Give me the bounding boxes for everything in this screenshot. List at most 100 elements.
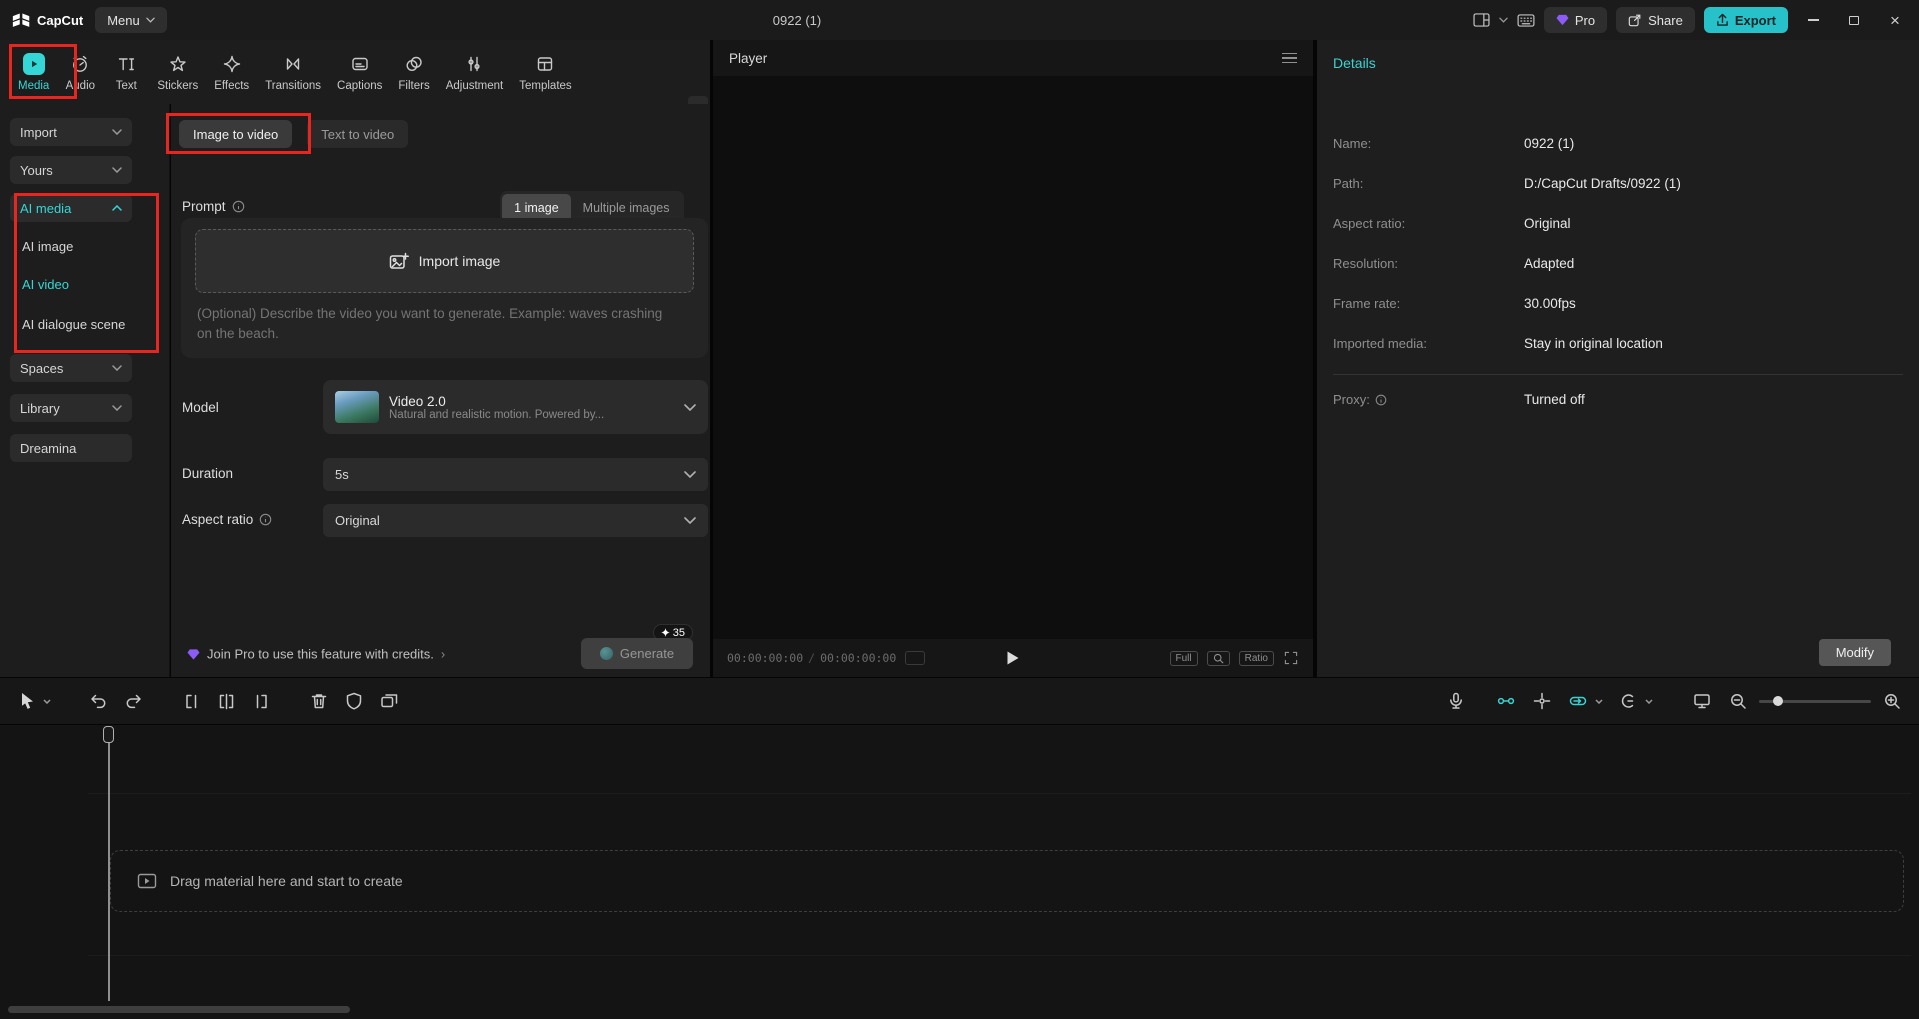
ratio-button[interactable]: Ratio: [1239, 651, 1274, 666]
full-preview-button[interactable]: Full: [1170, 651, 1198, 666]
player-view-controls: Full Ratio: [1170, 650, 1299, 666]
timeline-zoom-out-button[interactable]: [1723, 686, 1753, 716]
prompt-label: Prompt: [182, 199, 226, 214]
timeline-zoom-in-button[interactable]: [1877, 686, 1907, 716]
player-panel: Player 00:00:00:00 / 00:00:00:00 Full Ra…: [713, 40, 1313, 677]
horizontal-scrollbar[interactable]: [8, 1006, 350, 1013]
tab-captions[interactable]: Captions: [329, 53, 390, 92]
tab-label: Templates: [519, 80, 571, 92]
sidebar-item-yours[interactable]: Yours: [10, 156, 132, 184]
minimize-button[interactable]: [1797, 0, 1829, 40]
keyboard-shortcuts-icon[interactable]: [1517, 14, 1535, 27]
snapping-caret-icon[interactable]: [1645, 686, 1657, 716]
modify-button[interactable]: Modify: [1819, 639, 1891, 666]
tab-stickers[interactable]: Stickers: [149, 53, 206, 92]
linked-mode-button[interactable]: [1563, 686, 1593, 716]
join-pro-link[interactable]: Join Pro to use this feature with credit…: [187, 647, 445, 662]
menu-button[interactable]: Menu: [95, 7, 167, 33]
tab-filters[interactable]: Filters: [390, 53, 437, 92]
import-image-dropzone[interactable]: Import image: [195, 229, 694, 293]
sidebar-item-ai-dialogue-scene[interactable]: AI dialogue scene: [22, 312, 125, 336]
tab-templates[interactable]: Templates: [511, 53, 579, 92]
zoom-level-button[interactable]: [1207, 651, 1230, 666]
detail-label: Imported media:: [1333, 336, 1427, 351]
tab-audio[interactable]: Audio: [57, 53, 103, 92]
select-tool-caret-icon[interactable]: [43, 686, 55, 716]
duration-select[interactable]: 5s: [323, 458, 708, 491]
snapping-button[interactable]: [1613, 686, 1643, 716]
voiceover-mic-button[interactable]: [1441, 686, 1471, 716]
linked-mode-caret-icon[interactable]: [1595, 686, 1607, 716]
generate-button[interactable]: Generate: [581, 638, 693, 669]
minimize-icon: [1808, 19, 1819, 21]
playhead-handle[interactable]: [103, 726, 114, 743]
trim-right-button[interactable]: [246, 686, 276, 716]
track-divider: [88, 955, 1911, 956]
detail-label: Aspect ratio:: [1333, 216, 1405, 231]
prompt-input-box[interactable]: Import image (Optional) Describe the vid…: [181, 218, 708, 358]
zoom-slider-knob[interactable]: [1773, 696, 1783, 706]
detail-value: D:/CapCut Drafts/0922 (1): [1524, 176, 1681, 191]
auto-reframe-button[interactable]: [1491, 686, 1521, 716]
aspect-ratio-select[interactable]: Original: [323, 504, 708, 537]
preview-axis-button[interactable]: [1687, 686, 1717, 716]
sidebar-item-dreamina[interactable]: Dreamina: [10, 434, 132, 462]
keyframe-crosshair-button[interactable]: [1527, 686, 1557, 716]
sidebar-item-spaces[interactable]: Spaces: [10, 354, 132, 382]
timeline-zoom-slider[interactable]: [1759, 686, 1871, 716]
timecode-options-button[interactable]: [905, 651, 925, 665]
detail-label: Resolution:: [1333, 256, 1398, 271]
captions-icon: [350, 53, 370, 75]
share-button[interactable]: Share: [1616, 7, 1695, 33]
overlay-button[interactable]: [374, 686, 404, 716]
sidebar-item-ai-media[interactable]: AI media: [10, 194, 132, 222]
fullscreen-button[interactable]: [1283, 650, 1299, 666]
tab-effects[interactable]: Effects: [206, 53, 257, 92]
undo-button[interactable]: [83, 686, 113, 716]
share-icon: [1628, 13, 1642, 27]
info-icon[interactable]: [232, 200, 245, 213]
sidebar-item-ai-image[interactable]: AI image: [22, 234, 73, 258]
player-menu-icon[interactable]: [1282, 53, 1297, 64]
delete-button[interactable]: [304, 686, 334, 716]
close-button[interactable]: ×: [1879, 0, 1911, 40]
split-button[interactable]: [211, 686, 241, 716]
model-select[interactable]: Video 2.0 Natural and realistic motion. …: [323, 380, 708, 434]
redo-button[interactable]: [118, 686, 148, 716]
player-preview[interactable]: [713, 76, 1313, 639]
image-to-video-button[interactable]: Image to video: [179, 120, 292, 148]
export-label: Export: [1735, 13, 1776, 28]
sidebar-item-import[interactable]: Import: [10, 118, 132, 146]
capcut-logo: CapCut: [12, 12, 83, 28]
tab-adjustment[interactable]: Adjustment: [438, 53, 512, 92]
tab-transitions[interactable]: Transitions: [257, 53, 329, 92]
titlebar-right-controls: Pro Share Export ×: [1473, 0, 1911, 40]
image-plus-icon: [389, 252, 409, 270]
mask-button[interactable]: [339, 686, 369, 716]
detail-label: Path:: [1333, 176, 1363, 191]
info-icon[interactable]: [259, 513, 272, 526]
timeline-dropzone[interactable]: Drag material here and start to create: [110, 850, 1904, 912]
sticker-icon: [168, 53, 188, 75]
play-button[interactable]: [1007, 651, 1020, 666]
sidebar-item-library[interactable]: Library: [10, 394, 132, 422]
trim-left-button[interactable]: [176, 686, 206, 716]
info-icon[interactable]: [1375, 394, 1387, 406]
sidebar-item-ai-video[interactable]: AI video: [22, 272, 69, 296]
select-tool-button[interactable]: [12, 686, 42, 716]
layout-caret-icon[interactable]: [1499, 17, 1508, 23]
document-title: 0922 (1): [773, 13, 821, 28]
maximize-button[interactable]: [1838, 0, 1870, 40]
detail-value: Original: [1524, 216, 1571, 231]
export-button[interactable]: Export: [1704, 7, 1788, 33]
tab-text[interactable]: Text: [103, 53, 149, 92]
import-image-label: Import image: [419, 253, 501, 269]
proxy-value: Turned off: [1524, 392, 1585, 407]
ai-video-generator-panel: Image to video Text to video Prompt 1 im…: [171, 104, 710, 677]
pro-button[interactable]: Pro: [1544, 7, 1607, 33]
detail-row-name: Name: 0922 (1): [1333, 136, 1903, 154]
text-to-video-button[interactable]: Text to video: [307, 120, 408, 148]
adjustment-icon: [464, 53, 484, 75]
layout-panels-icon[interactable]: [1473, 13, 1490, 27]
tab-media[interactable]: Media: [10, 53, 57, 92]
